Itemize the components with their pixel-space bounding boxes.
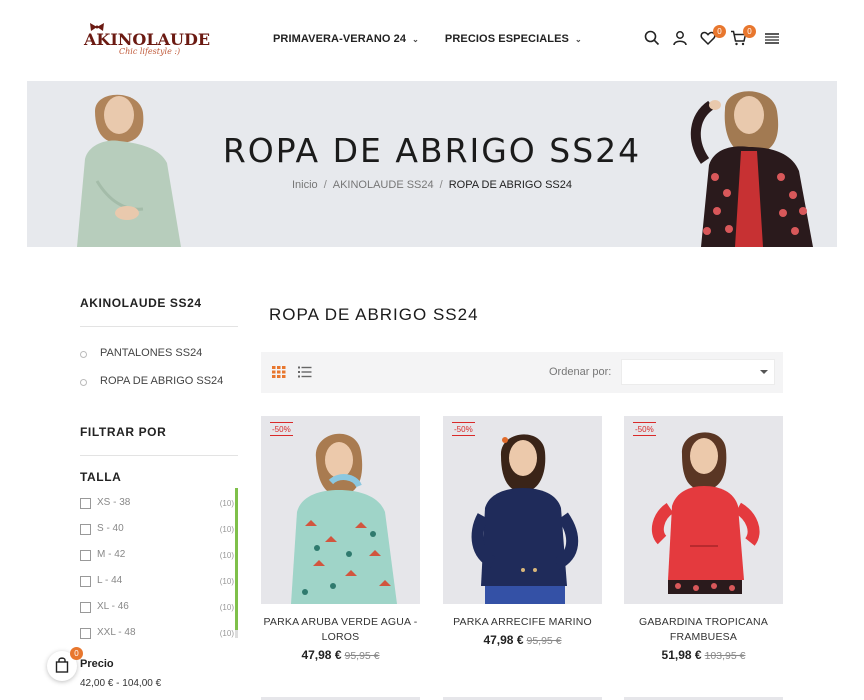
- sidebar-filters: AKINOLAUDE SS24 PANTALONES SS24 ROPA DE …: [80, 296, 240, 689]
- wishlist-button[interactable]: 0: [700, 25, 726, 48]
- product-name[interactable]: PARKA ARRECIFE MARINO: [443, 615, 602, 630]
- size-checkbox[interactable]: [80, 602, 91, 613]
- logo-tagline: Chic lifestyle :): [119, 47, 181, 56]
- product-image[interactable]: -50%: [624, 416, 783, 604]
- search-icon[interactable]: [644, 30, 662, 48]
- size-label: XL - 46: [97, 601, 129, 612]
- size-filter-title: TALLA: [80, 470, 122, 484]
- size-count: (10): [219, 629, 234, 638]
- size-option-xs[interactable]: XS - 38 (10): [80, 496, 240, 522]
- divider: [80, 326, 238, 327]
- category-item-ropa-de-abrigo[interactable]: ROPA DE ABRIGO SS24: [80, 373, 240, 401]
- product-price: 51,98 €103,95 €: [624, 648, 783, 662]
- nav-item-precios-especiales[interactable]: PRECIOS ESPECIALES ⌄: [445, 33, 582, 45]
- cart-count-badge: 0: [743, 25, 756, 38]
- product-name[interactable]: PARKA ARUBA VERDE AGUA - LOROS: [261, 615, 420, 645]
- size-filter-list: XS - 38 (10) S - 40 (10) M - 42 (10) L -…: [80, 488, 240, 652]
- hero-model-image-right: [690, 91, 813, 247]
- size-option-l[interactable]: L - 44 (10): [80, 574, 240, 600]
- old-price: 95,95 €: [344, 650, 380, 662]
- sidebar-category-title: AKINOLAUDE SS24: [80, 296, 202, 310]
- product-card[interactable]: -50% GABARDINA TROPICANA FRAMBUESA 51,98…: [624, 416, 783, 662]
- product-image[interactable]: -50%: [443, 416, 602, 604]
- list-view-icon[interactable]: [298, 366, 312, 378]
- nav-item-label: PRIMAVERA-VERANO 24: [273, 33, 407, 45]
- floating-cart-count-badge: 0: [70, 647, 83, 660]
- size-option-m[interactable]: M - 42 (10): [80, 548, 240, 574]
- breadcrumb-current: ROPA DE ABRIGO SS24: [448, 179, 572, 191]
- discount-badge: -50%: [270, 422, 293, 436]
- size-count: (10): [219, 525, 234, 534]
- discount-badge: -50%: [633, 422, 656, 436]
- main-nav: PRIMAVERA-VERANO 24 ⌄ PRECIOS ESPECIALES…: [273, 33, 582, 45]
- old-price: 95,95 €: [526, 635, 562, 647]
- size-label: L - 44: [97, 575, 123, 586]
- site-header: AKINOLAUDE Chic lifestyle :) PRIMAVERA-V…: [0, 0, 864, 80]
- breadcrumb-link-akinolaude[interactable]: AKINOLAUDE SS24: [333, 179, 434, 191]
- caret-down-icon: [760, 370, 768, 374]
- floating-cart-button[interactable]: 0: [47, 647, 83, 681]
- size-label: M - 42: [97, 549, 126, 560]
- category-list: PANTALONES SS24 ROPA DE ABRIGO SS24: [80, 345, 240, 401]
- product-card[interactable]: -50% PARKA ARRECIFE MARINO 47,98 €95,95 …: [443, 416, 602, 647]
- breadcrumb-separator: /: [323, 179, 327, 191]
- current-price: 47,98 €: [301, 648, 342, 662]
- current-price: 51,98 €: [661, 648, 702, 662]
- wishlist-count-badge: 0: [713, 25, 726, 38]
- size-count: (10): [219, 551, 234, 560]
- user-icon[interactable]: [672, 30, 690, 48]
- cart-button[interactable]: 0: [730, 25, 756, 48]
- size-option-xxl[interactable]: XXL - 48 (10): [80, 626, 240, 652]
- listing-title: ROPA DE ABRIGO SS24: [269, 305, 479, 324]
- chevron-down-icon: ⌄: [412, 34, 419, 44]
- product-name[interactable]: GABARDINA TROPICANA FRAMBUESA: [624, 615, 783, 645]
- divider: [80, 455, 238, 456]
- nav-item-primavera-verano[interactable]: PRIMAVERA-VERANO 24 ⌄: [273, 33, 419, 45]
- discount-badge: -50%: [452, 422, 475, 436]
- size-option-xl[interactable]: XL - 46 (10): [80, 600, 240, 626]
- product-price: 47,98 €95,95 €: [443, 633, 602, 647]
- size-count: (10): [219, 603, 234, 612]
- chevron-down-icon: ⌄: [574, 34, 582, 44]
- size-label: S - 40: [97, 523, 124, 534]
- current-price: 47,98 €: [483, 633, 524, 647]
- product-card[interactable]: -50% PARKA ARUBA VERDE AGUA - LOROS 47,9…: [261, 416, 420, 662]
- sort-select[interactable]: [621, 359, 775, 385]
- grid-view-icon[interactable]: [272, 366, 286, 378]
- size-checkbox[interactable]: [80, 576, 91, 587]
- category-hero-banner: ROPA DE ABRIGO SS24 Inicio / AKINOLAUDE SS…: [27, 81, 837, 247]
- nav-item-label: PRECIOS ESPECIALES: [444, 33, 569, 45]
- breadcrumb-separator: /: [439, 179, 443, 191]
- menu-icon[interactable]: [764, 30, 782, 48]
- size-checkbox[interactable]: [80, 524, 91, 535]
- size-checkbox[interactable]: [80, 550, 91, 561]
- size-count: (10): [219, 499, 234, 508]
- brand-logo[interactable]: AKINOLAUDE Chic lifestyle :): [84, 22, 210, 58]
- size-checkbox[interactable]: [80, 628, 91, 639]
- breadcrumb-link-inicio[interactable]: Inicio: [292, 179, 318, 191]
- product-price: 47,98 €95,95 €: [261, 648, 420, 662]
- product-photo-parka-aruba: [291, 433, 397, 604]
- size-label: XS - 38: [97, 497, 131, 508]
- size-option-s[interactable]: S - 40 (10): [80, 522, 240, 548]
- sort-label: Ordenar por:: [549, 366, 612, 378]
- old-price: 103,95 €: [704, 650, 746, 662]
- category-item-pantalones[interactable]: PANTALONES SS24: [80, 345, 240, 373]
- filter-title: FILTRAR POR: [80, 425, 167, 439]
- product-photo-parka-arrecife: [471, 434, 579, 604]
- size-checkbox[interactable]: [80, 498, 91, 509]
- product-photo-gabardina-tropicana: [651, 432, 760, 594]
- size-label: XXL - 48: [97, 627, 136, 638]
- size-count: (10): [219, 577, 234, 586]
- price-range-value: 42,00 € - 104,00 €: [80, 678, 162, 689]
- price-filter-title: Precio: [80, 658, 114, 670]
- product-image[interactable]: -50%: [261, 416, 420, 604]
- listing-toolbar: Ordenar por:: [261, 352, 783, 393]
- header-actions: 0 0: [644, 25, 782, 48]
